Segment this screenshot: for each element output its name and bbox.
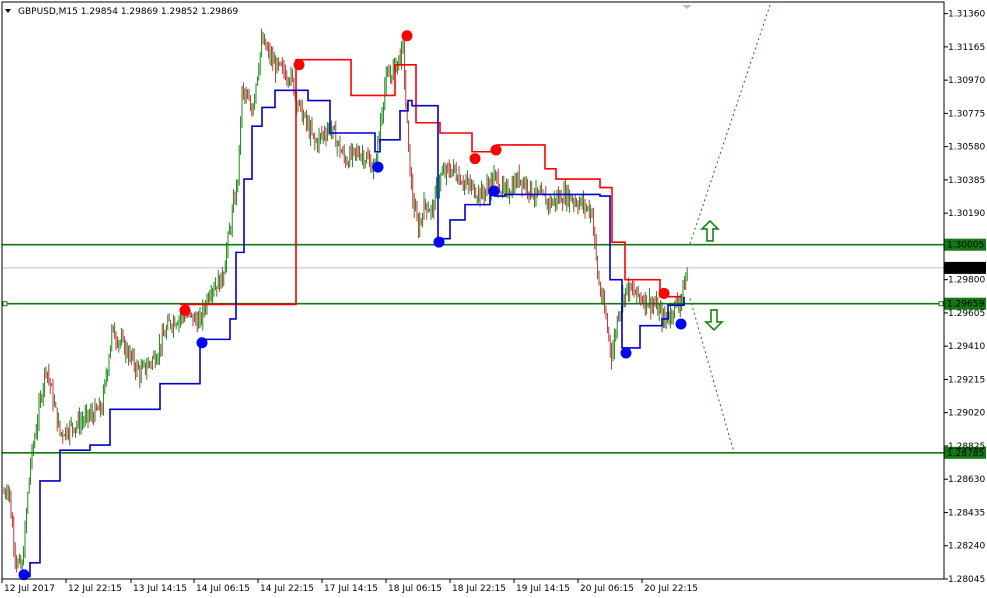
blue-signal-dot xyxy=(675,318,687,330)
x-tick-label: 12 Jul 22:15 xyxy=(68,584,122,594)
blue-signal-dot xyxy=(488,185,500,197)
y-tick-label: 1.30970 xyxy=(948,76,985,86)
y-tick-label: 1.29410 xyxy=(948,342,985,352)
projection-line xyxy=(689,4,771,245)
red-signal-dot xyxy=(179,304,191,316)
y-tick-label: 1.31360 xyxy=(948,10,985,20)
y-tick-label: 1.29800 xyxy=(948,276,985,286)
y-tick-label: 1.30580 xyxy=(948,143,985,153)
blue-signal-dot xyxy=(372,161,384,173)
level-handle xyxy=(2,301,8,307)
red-signal-dot xyxy=(293,59,305,71)
current-price-label: 1.29869 xyxy=(947,264,984,274)
up-arrow-icon xyxy=(700,219,720,242)
x-tick-label: 13 Jul 14:15 xyxy=(133,584,187,594)
y-tick-label: 1.29605 xyxy=(948,309,985,319)
blue-signal-dot xyxy=(196,337,208,349)
blue-signal-dot xyxy=(620,347,632,359)
y-tick-label: 1.30190 xyxy=(948,209,985,219)
y-tick-label: 1.29020 xyxy=(948,409,985,419)
x-tick-label: 20 Jul 06:15 xyxy=(580,584,634,594)
blue-stop-line xyxy=(20,89,685,578)
y-tick-label: 1.31165 xyxy=(948,43,985,53)
red-signal-dot xyxy=(401,30,413,42)
x-tick-label: 20 Jul 22:15 xyxy=(644,584,698,594)
x-tick-label: 19 Jul 14:15 xyxy=(516,584,570,594)
down-arrow-icon xyxy=(704,309,724,332)
y-tick-label: 1.28825 xyxy=(948,442,985,452)
x-tick-label: 12 Jul 2017 xyxy=(4,584,55,594)
blue-signal-dot xyxy=(433,236,445,248)
x-tick-label: 14 Jul 22:15 xyxy=(260,584,314,594)
x-tick-label: 18 Jul 22:15 xyxy=(452,584,506,594)
chart-title: GBPUSD,M15 1.29854 1.29869 1.29852 1.298… xyxy=(18,7,238,17)
y-tick-label: 1.28630 xyxy=(948,475,985,485)
x-tick-label: 18 Jul 06:15 xyxy=(388,584,442,594)
y-tick-label: 1.28045 xyxy=(948,575,985,585)
y-tick-label: 1.29215 xyxy=(948,375,985,385)
level-price-label: 1.30005 xyxy=(947,241,984,251)
y-tick-label: 1.28240 xyxy=(948,542,985,552)
scroll-marker-icon[interactable] xyxy=(682,5,692,9)
red-signal-dot xyxy=(490,144,502,156)
level-handle xyxy=(938,301,944,307)
x-tick-label: 17 Jul 14:15 xyxy=(324,584,378,594)
x-tick-label: 14 Jul 06:15 xyxy=(196,584,250,594)
plot-frame xyxy=(1,1,945,580)
menu-arrow-icon[interactable] xyxy=(5,9,11,13)
y-tick-label: 1.30385 xyxy=(948,176,985,186)
y-tick-label: 1.28435 xyxy=(948,508,985,518)
chart-canvas: 1.300051.296591.287851.29869 1.313601.31… xyxy=(1,1,986,594)
red-signal-dot xyxy=(658,287,670,299)
y-tick-label: 1.30775 xyxy=(948,109,985,119)
red-signal-dot xyxy=(469,153,481,165)
